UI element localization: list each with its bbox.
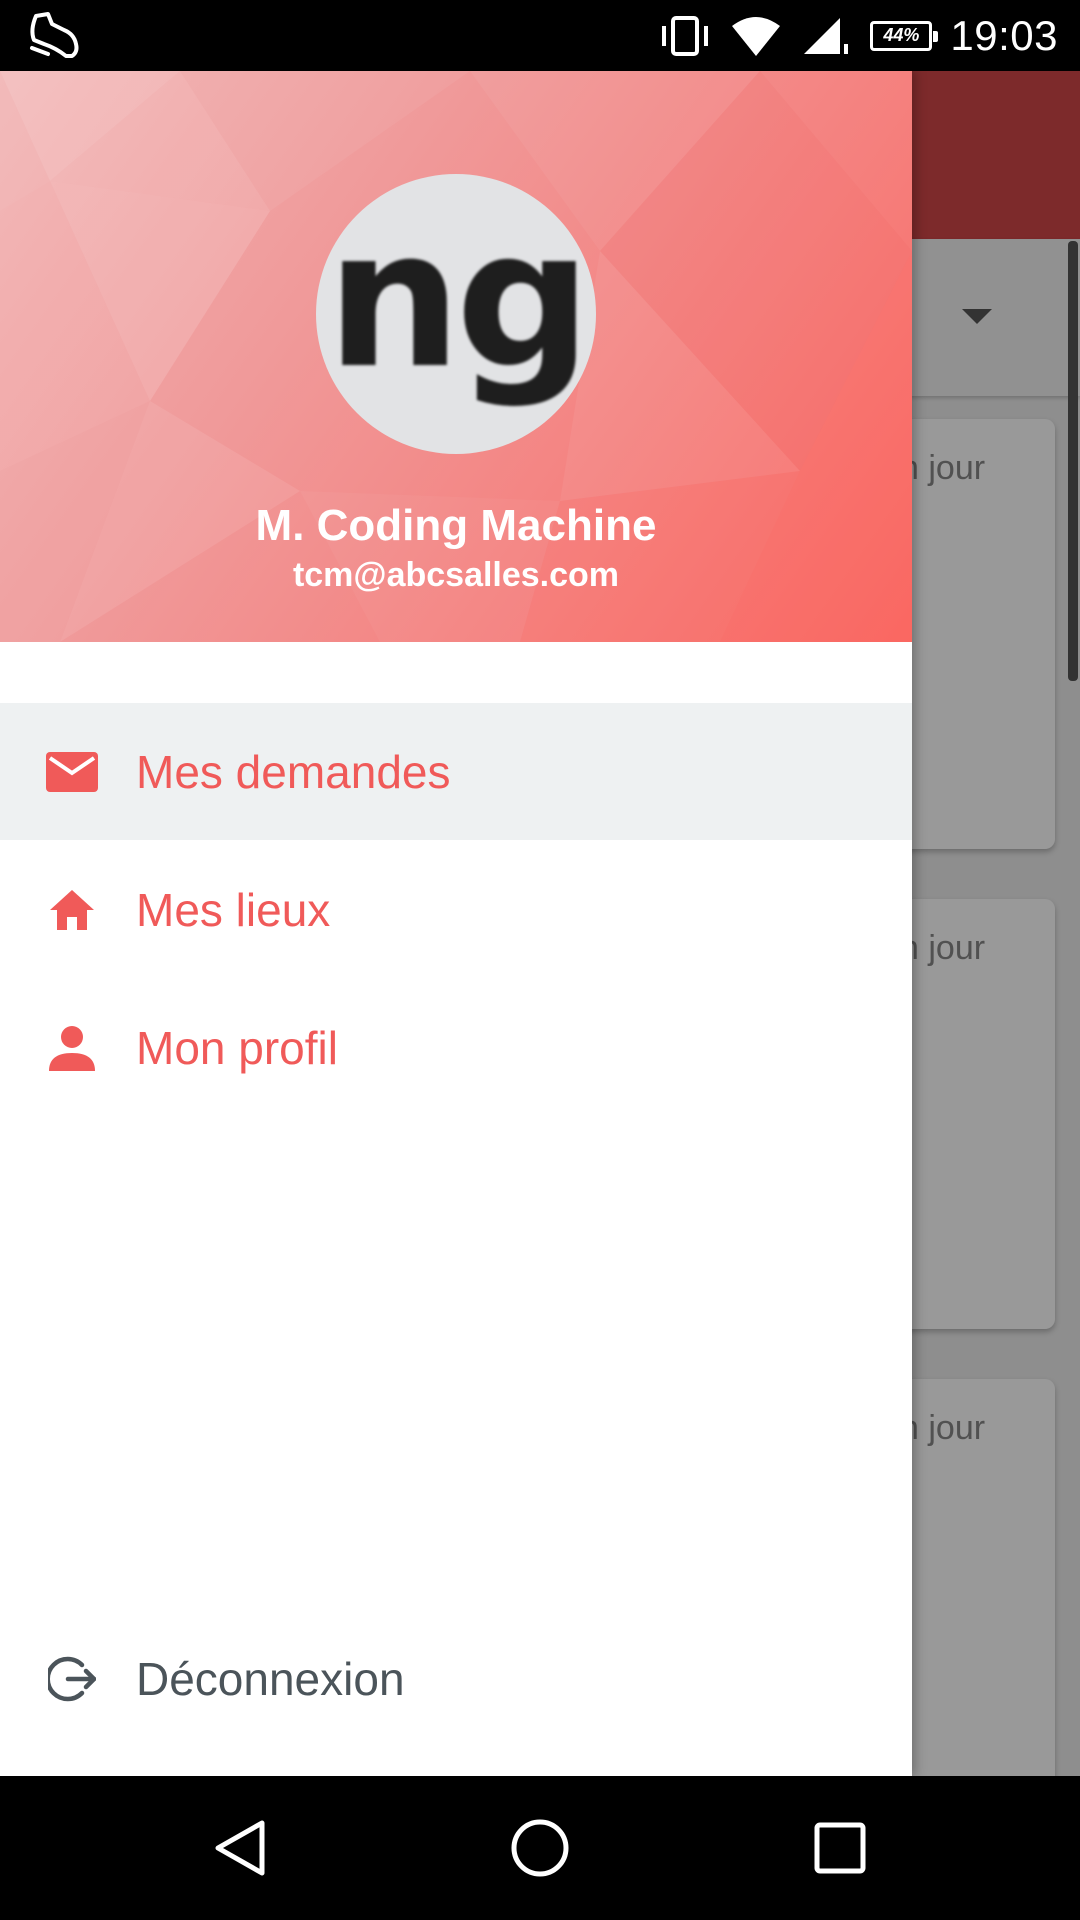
recents-icon[interactable]	[810, 1818, 870, 1878]
mail-icon	[46, 746, 98, 798]
battery-icon: 44%	[870, 20, 939, 51]
avatar[interactable]: ng	[316, 174, 596, 454]
wifi-icon	[732, 16, 781, 56]
logout-button[interactable]: Déconnexion	[0, 1619, 912, 1739]
home-circle-icon[interactable]	[510, 1818, 570, 1878]
back-icon[interactable]	[210, 1818, 270, 1878]
drawer-header: ng M. Coding Machine tcm@abcsalles.com	[0, 71, 912, 642]
vibrate-icon	[662, 15, 709, 56]
menu-item-label: Mon profil	[136, 1021, 338, 1074]
user-name: M. Coding Machine	[255, 501, 657, 550]
clock: 19:03	[950, 11, 1058, 59]
menu-item-label: Mes lieux	[136, 883, 331, 936]
person-icon	[46, 1022, 98, 1074]
navigation-drawer: ng M. Coding Machine tcm@abcsalles.com M…	[0, 71, 912, 1776]
menu-item-mes-lieux[interactable]: Mes lieux	[0, 841, 912, 978]
logout-icon	[46, 1653, 98, 1705]
logout-label: Déconnexion	[136, 1653, 405, 1705]
battery-level: 44%	[883, 25, 920, 45]
avatar-image-text: ng	[326, 188, 591, 410]
menu-item-mon-profil[interactable]: Mon profil	[0, 979, 912, 1116]
menu-item-mes-demandes[interactable]: Mes demandes	[0, 703, 912, 840]
cell-signal-icon	[804, 17, 849, 54]
status-bar: 44% 19:03	[0, 0, 1080, 71]
notification-shoe-icon	[26, 10, 82, 62]
menu-item-label: Mes demandes	[136, 745, 451, 798]
user-email: tcm@abcsalles.com	[292, 556, 620, 594]
system-navigation-bar	[0, 1776, 1080, 1920]
home-icon	[46, 884, 98, 936]
